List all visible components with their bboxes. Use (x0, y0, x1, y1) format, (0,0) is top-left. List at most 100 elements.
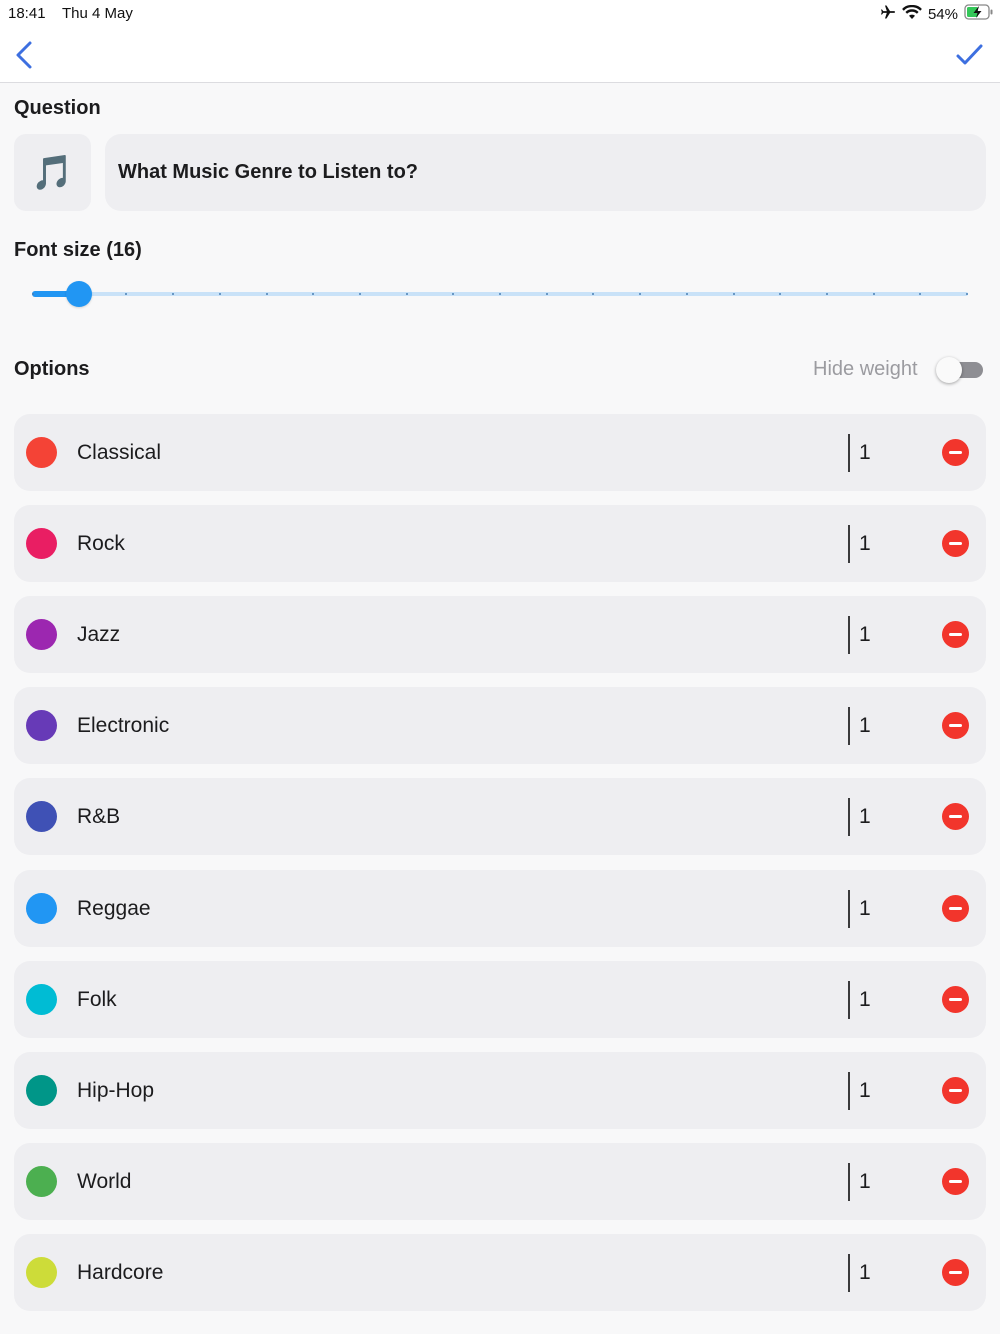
option-weight-input[interactable]: 1 (859, 870, 871, 947)
option-weight-input[interactable]: 1 (859, 414, 871, 491)
battery-percent: 54% (927, 5, 958, 23)
option-name-input[interactable]: Hip-Hop (77, 1052, 154, 1129)
weight-divider (848, 434, 850, 472)
slider-tick (359, 293, 361, 295)
remove-option-button[interactable] (942, 803, 969, 830)
option-name-input[interactable]: Jazz (77, 596, 120, 673)
options-section-title: Options (14, 358, 90, 380)
slider-tick (499, 293, 501, 295)
font-size-slider[interactable] (32, 280, 968, 308)
weight-divider (848, 890, 850, 928)
wifi-icon (902, 4, 922, 24)
slider-tick (592, 293, 594, 295)
font-size-label: Font size (16) (14, 239, 142, 261)
option-weight-input[interactable]: 1 (859, 961, 871, 1038)
slider-tick (779, 293, 781, 295)
option-color-swatch[interactable] (26, 437, 57, 468)
weight-divider (848, 616, 850, 654)
back-button[interactable] (10, 38, 40, 72)
weight-divider (848, 525, 850, 563)
option-row: Reggae 1 (14, 870, 986, 947)
weight-divider (848, 1163, 850, 1201)
slider-tick (312, 293, 314, 295)
question-section-title: Question (14, 97, 101, 119)
remove-option-button[interactable] (942, 1077, 969, 1104)
option-weight-input[interactable]: 1 (859, 1143, 871, 1220)
option-name-input[interactable]: Rock (77, 505, 125, 582)
option-name-input[interactable]: Hardcore (77, 1234, 163, 1311)
option-weight-input[interactable]: 1 (859, 505, 871, 582)
status-date: Thu 4 May (62, 5, 133, 22)
slider-thumb[interactable] (66, 281, 92, 307)
musical-note-icon: 🎵 (31, 153, 74, 192)
option-color-swatch[interactable] (26, 1166, 57, 1197)
slider-tick (826, 293, 828, 295)
option-row: Hip-Hop 1 (14, 1052, 986, 1129)
slider-tick (966, 293, 968, 295)
option-color-swatch[interactable] (26, 1075, 57, 1106)
remove-option-button[interactable] (942, 530, 969, 557)
slider-tick (686, 293, 688, 295)
slider-tick (266, 293, 268, 295)
remove-option-button[interactable] (942, 439, 969, 466)
toggle-knob (936, 357, 962, 383)
option-color-swatch[interactable] (26, 1257, 57, 1288)
option-color-swatch[interactable] (26, 619, 57, 650)
option-row: R&B 1 (14, 778, 986, 855)
option-weight-input[interactable]: 1 (859, 1052, 871, 1129)
remove-option-button[interactable] (942, 621, 969, 648)
option-row: Rock 1 (14, 505, 986, 582)
option-row: Classical 1 (14, 414, 986, 491)
slider-tick (172, 293, 174, 295)
remove-option-button[interactable] (942, 986, 969, 1013)
question-text: What Music Genre to Listen to? (118, 161, 419, 183)
status-indicators: 54% (880, 4, 994, 24)
option-name-input[interactable]: R&B (77, 778, 120, 855)
option-weight-input[interactable]: 1 (859, 596, 871, 673)
option-weight-input[interactable]: 1 (859, 687, 871, 764)
slider-tick (452, 293, 454, 295)
option-weight-input[interactable]: 1 (859, 1234, 871, 1311)
slider-tick (219, 293, 221, 295)
hide-weight-toggle[interactable] (936, 357, 984, 383)
option-name-input[interactable]: Electronic (77, 687, 169, 764)
option-row: World 1 (14, 1143, 986, 1220)
remove-option-button[interactable] (942, 895, 969, 922)
status-bar: 18:41 Thu 4 May 54% (0, 0, 1000, 28)
option-name-input[interactable]: Folk (77, 961, 117, 1038)
weight-divider (848, 798, 850, 836)
chevron-left-icon (16, 41, 32, 69)
checkmark-icon (956, 44, 983, 65)
slider-tick (125, 293, 127, 295)
slider-tick (873, 293, 875, 295)
option-name-input[interactable]: Classical (77, 414, 161, 491)
option-row: Jazz 1 (14, 596, 986, 673)
airplane-icon (880, 4, 896, 24)
battery-charging-icon (964, 4, 994, 24)
remove-option-button[interactable] (942, 1168, 969, 1195)
option-color-swatch[interactable] (26, 801, 57, 832)
slider-tick (32, 293, 34, 295)
option-row: Electronic 1 (14, 687, 986, 764)
option-name-input[interactable]: Reggae (77, 870, 151, 947)
weight-divider (848, 1254, 850, 1292)
slider-tick (546, 293, 548, 295)
option-color-swatch[interactable] (26, 984, 57, 1015)
remove-option-button[interactable] (942, 712, 969, 739)
remove-option-button[interactable] (942, 1259, 969, 1286)
option-color-swatch[interactable] (26, 710, 57, 741)
question-input[interactable]: What Music Genre to Listen to? (105, 134, 986, 211)
option-color-swatch[interactable] (26, 528, 57, 559)
question-icon-button[interactable]: 🎵 (14, 134, 91, 211)
weight-divider (848, 1072, 850, 1110)
option-row: Folk 1 (14, 961, 986, 1038)
navigation-bar (0, 28, 1000, 83)
slider-tick (406, 293, 408, 295)
slider-tick (733, 293, 735, 295)
slider-tick (919, 293, 921, 295)
option-weight-input[interactable]: 1 (859, 778, 871, 855)
option-row: Hardcore 1 (14, 1234, 986, 1311)
option-color-swatch[interactable] (26, 893, 57, 924)
done-button[interactable] (954, 40, 984, 70)
option-name-input[interactable]: World (77, 1143, 131, 1220)
